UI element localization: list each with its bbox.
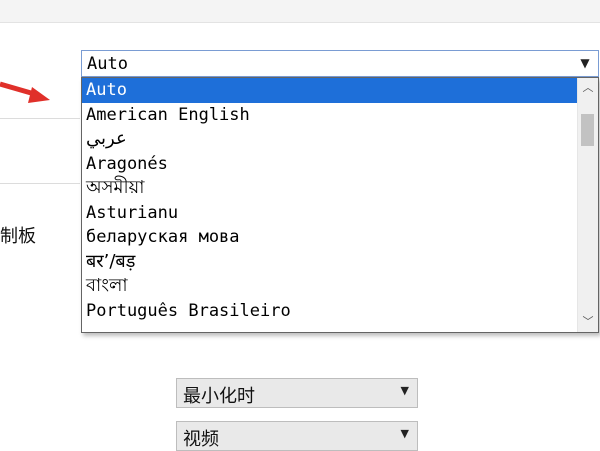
chevron-down-icon[interactable]: ▼ (401, 427, 409, 440)
language-dropdown-list[interactable]: Auto American English عربي Aragonés অসমীয়া A… (81, 77, 599, 333)
red-arrow-icon (0, 81, 50, 103)
chevron-down-icon[interactable]: ▼ (401, 384, 409, 397)
chevron-down-icon[interactable]: ▼ (576, 53, 594, 73)
dropdown-scrollbar[interactable]: ︿ ﹀ (577, 78, 598, 332)
language-option[interactable]: बर’/बड़ (82, 250, 578, 275)
video-select-value: 视频 (183, 429, 219, 450)
divider (0, 183, 80, 184)
language-option[interactable]: беларуская мова (82, 225, 578, 250)
language-combo-value: Auto (87, 54, 128, 74)
top-toolbar-band (0, 0, 600, 23)
language-option[interactable]: Auto (82, 78, 578, 103)
minimize-action-select[interactable]: 最小化时 ▼ (176, 378, 418, 408)
language-option[interactable]: Asturianu (82, 201, 578, 226)
scrollbar-thumb[interactable] (581, 114, 594, 146)
scroll-down-icon[interactable]: ﹀ (578, 312, 598, 332)
language-option[interactable]: বাংলা (82, 274, 578, 299)
language-option[interactable]: অসমীয়া (82, 176, 578, 201)
language-combo[interactable]: Auto ▼ (81, 50, 599, 77)
language-options: Auto American English عربي Aragonés অসমীয়া A… (82, 78, 578, 323)
minimize-action-value: 最小化时 (183, 386, 255, 407)
language-option[interactable]: عربي (82, 127, 578, 152)
language-option[interactable]: American English (82, 103, 578, 128)
language-option[interactable]: Português Brasileiro (82, 299, 578, 324)
divider (0, 118, 80, 119)
video-select[interactable]: 视频 ▼ (176, 421, 418, 451)
scroll-up-icon[interactable]: ︿ (578, 78, 598, 98)
language-option[interactable]: Aragonés (82, 152, 578, 177)
side-label: 制板 (0, 226, 36, 247)
